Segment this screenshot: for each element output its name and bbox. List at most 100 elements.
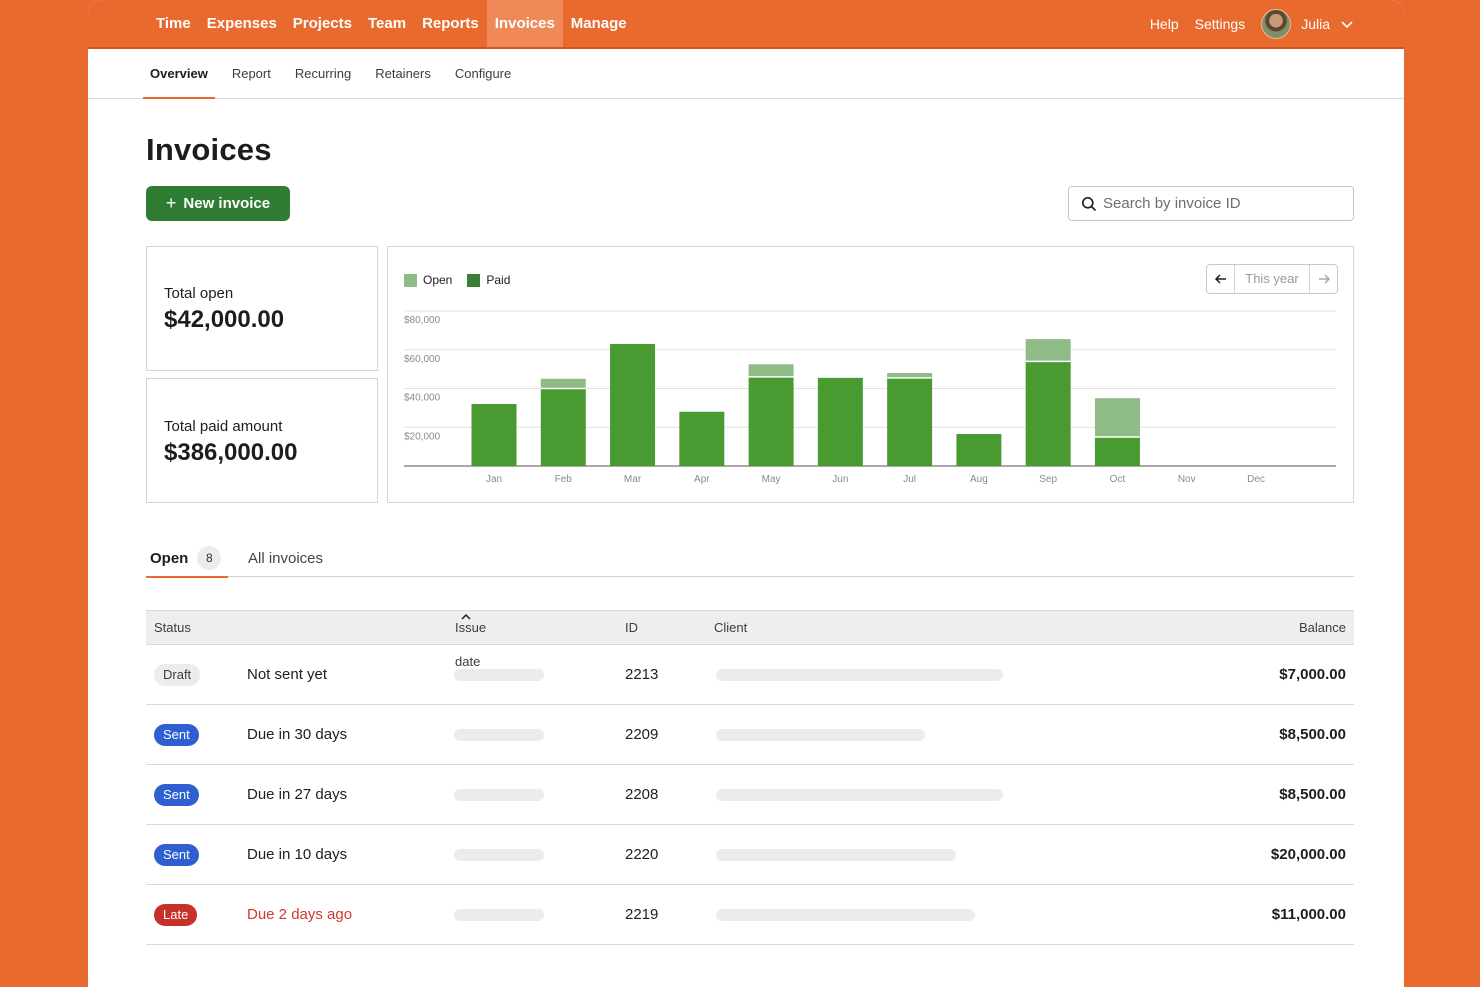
header-id[interactable]: ID [625,611,638,645]
x-tick-label: May [762,474,781,485]
status-badge: Sent [154,784,199,806]
paid-bar [956,434,1002,466]
status-badge: Sent [154,724,199,746]
nav-time[interactable]: Time [148,0,199,47]
nav-manage[interactable]: Manage [563,0,635,47]
table-row[interactable]: Sent Due in 30 days 2209 $8,500.00 [146,705,1354,765]
total-open-card: Total open $42,000.00 [146,246,378,371]
open-count-badge: 8 [197,546,222,570]
new-invoice-button[interactable]: + New invoice [146,186,290,221]
client-placeholder [716,909,975,921]
paid-bar [540,388,586,466]
invoice-tabs: Open 8 All invoices [146,539,1354,578]
due-text: Not sent yet [247,666,328,683]
status-badge: Sent [154,844,199,866]
table-row[interactable]: Late Due 2 days ago 2219 $11,000.00 [146,885,1354,945]
paid-bar [817,377,863,466]
subnav-retainers[interactable]: Retainers [370,49,436,99]
nav-reports[interactable]: Reports [414,0,487,47]
settings-link[interactable]: Settings [1195,16,1246,32]
invoice-id: 2208 [625,786,659,803]
subnav-recurring[interactable]: Recurring [290,49,356,99]
status-badge: Draft [154,664,201,686]
subnav-configure[interactable]: Configure [450,49,516,99]
total-open-label: Total open [164,285,234,302]
nav-expenses[interactable]: Expenses [199,0,285,47]
avatar[interactable] [1261,8,1292,39]
tab-open-label: Open [150,549,189,567]
issue-date-placeholder [454,909,544,921]
main-nav: Time Expenses Projects Team Reports Invo… [148,0,635,47]
total-open-value: $42,000.00 [164,306,285,333]
x-tick-label: Jun [832,474,848,485]
header-issue-date[interactable]: Issue date [455,611,486,669]
account-nav: Help Settings Julia [1134,0,1354,47]
subnav-report[interactable]: Report [227,49,276,99]
issue-date-placeholder [454,669,544,681]
tab-all-invoices[interactable]: All invoices [248,539,323,577]
paid-bar [471,404,517,466]
header-client[interactable]: Client [714,611,747,645]
balance: $8,500.00 [1279,786,1346,803]
open-bar [1025,339,1071,362]
table-row[interactable]: Sent Due in 10 days 2220 $20,000.00 [146,825,1354,885]
issue-date-placeholder [454,849,544,861]
x-tick-label: Jul [903,474,916,485]
top-navigation: Time Expenses Projects Team Reports Invo… [88,0,1404,49]
paid-bar [679,411,725,466]
client-placeholder [716,849,956,861]
search-box[interactable] [1068,186,1354,221]
client-placeholder [716,669,1003,681]
stacked-bar-chart: $20,000 $40,000 $60,000 $80,000 Jan Feb Mar Apr… [404,310,1336,485]
balance: $20,000.00 [1270,846,1346,863]
total-paid-value: $386,000.00 [164,439,298,466]
issue-date-placeholder [454,789,544,801]
x-tick-label: Jan [486,474,502,485]
y-tick-label: $60,000 [404,354,441,365]
y-tick-label: $40,000 [404,393,441,404]
page-title: Invoices [146,132,272,167]
nav-team[interactable]: Team [360,0,414,47]
help-link[interactable]: Help [1150,16,1179,32]
due-text: Due in 27 days [247,786,348,803]
y-tick-label: $80,000 [404,315,441,326]
nav-invoices[interactable]: Invoices [486,0,563,47]
open-bar [748,364,794,377]
invoices-table: Status Issue date ID Client Balance Draf… [146,610,1354,945]
y-tick-label: $20,000 [404,431,441,442]
tab-open[interactable]: Open 8 [146,539,228,578]
total-paid-card: Total paid amount $386,000.00 [146,378,378,503]
invoice-chart-card: Open Paid This year $20,000 $40,000 $60,00… [387,246,1354,503]
header-balance[interactable]: Balance [1299,611,1346,645]
chevron-down-icon[interactable] [1340,17,1354,31]
invoice-id: 2209 [625,726,659,743]
invoice-id: 2220 [625,846,659,863]
x-tick-label: Mar [624,474,642,485]
x-tick-label: Dec [1247,474,1265,485]
new-invoice-label: New invoice [183,195,271,212]
plus-icon: + [165,193,177,213]
open-bar [540,378,586,389]
balance: $8,500.00 [1279,726,1346,743]
search-icon [1082,196,1097,211]
sub-navigation: Overview Report Recurring Retainers Conf… [88,49,1404,99]
paid-bar [748,376,794,466]
due-text: Due in 30 days [247,726,348,743]
search-input[interactable] [1103,195,1343,212]
open-bar [1094,398,1140,437]
due-text: Due in 10 days [247,846,348,863]
user-name[interactable]: Julia [1301,16,1330,32]
balance: $11,000.00 [1271,906,1346,923]
due-text: Due 2 days ago [247,906,353,923]
paid-bar [1094,436,1140,466]
nav-projects[interactable]: Projects [285,0,360,47]
client-placeholder [716,729,925,741]
table-row[interactable]: Draft Not sent yet 2213 $7,000.00 [146,645,1354,705]
header-status[interactable]: Status [154,611,191,645]
invoice-id: 2219 [625,906,659,923]
paid-bar [1025,361,1071,466]
subnav-overview[interactable]: Overview [143,49,215,99]
status-badge: Late [154,904,198,926]
table-row[interactable]: Sent Due in 27 days 2208 $8,500.00 [146,765,1354,825]
x-tick-label: Apr [694,474,710,485]
